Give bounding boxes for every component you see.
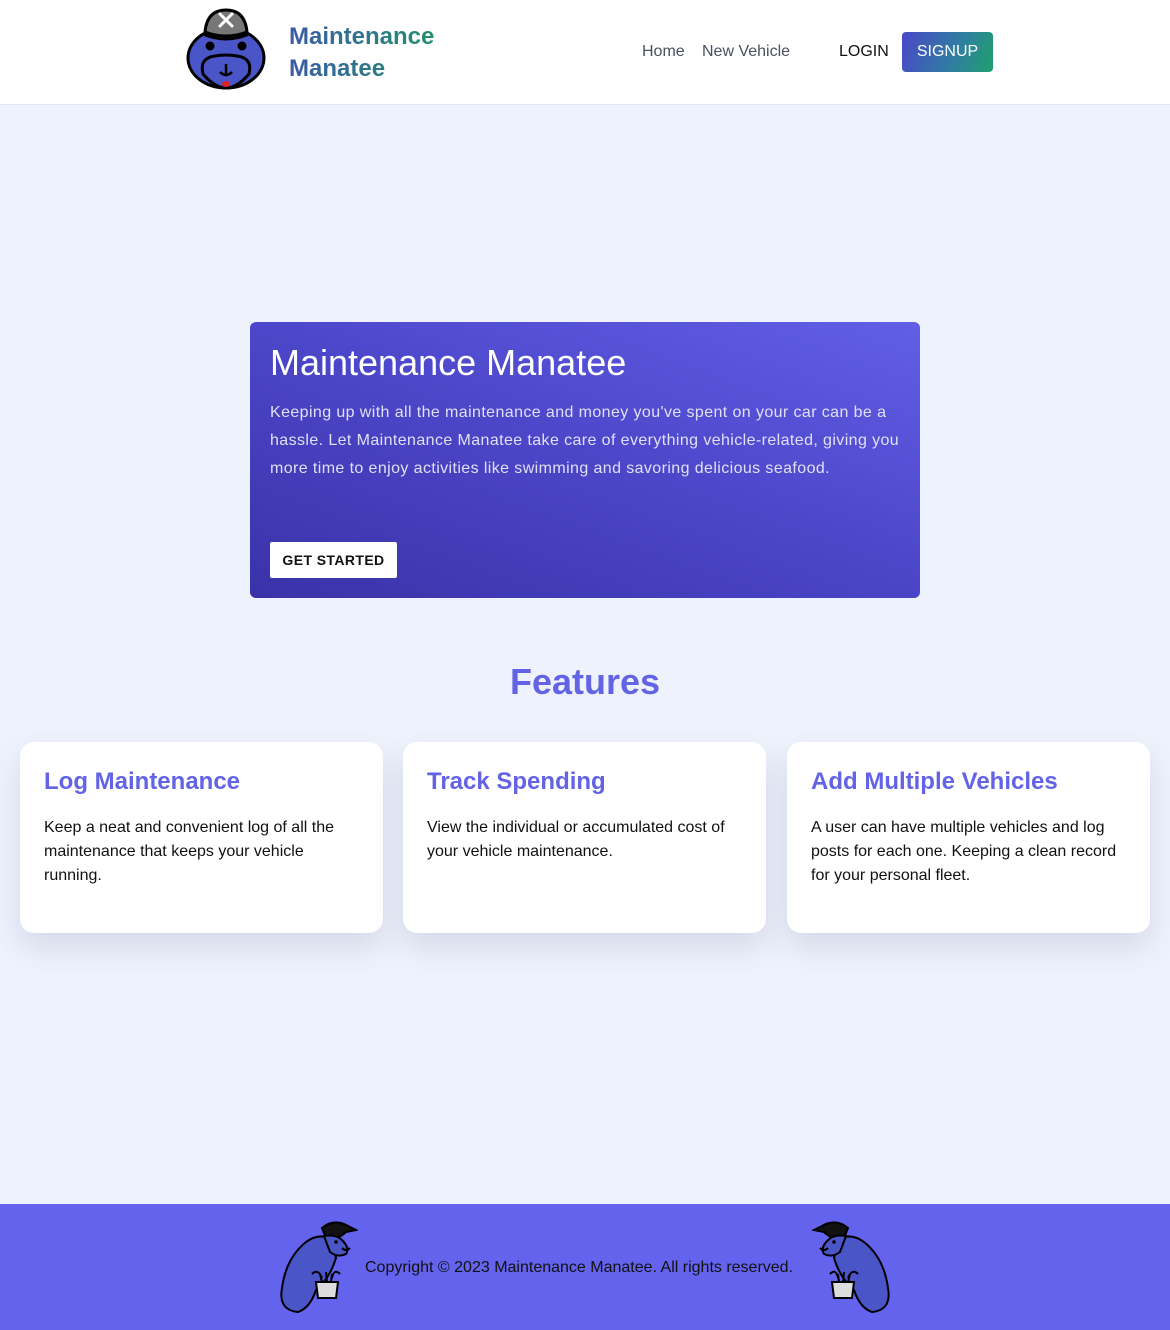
manatee-bucket-right-icon bbox=[810, 1218, 894, 1314]
get-started-button[interactable]: GET STARTED bbox=[270, 542, 397, 578]
feature-card-title: Track Spending bbox=[427, 768, 606, 795]
signup-button[interactable]: SIGNUP bbox=[902, 32, 993, 72]
feature-card-log-maintenance: Log Maintenance Keep a neat and convenie… bbox=[20, 742, 383, 933]
feature-card-title: Add Multiple Vehicles bbox=[811, 768, 1058, 795]
feature-card-text: A user can have multiple vehicles and lo… bbox=[811, 819, 1117, 884]
brand-line-2: Manatee bbox=[289, 55, 386, 82]
nav-home-link[interactable]: Home bbox=[642, 42, 685, 62]
manatee-logo-icon[interactable] bbox=[185, 8, 267, 92]
feature-card-track-spending: Track Spending View the individual or ac… bbox=[403, 742, 766, 933]
manatee-bucket-left-icon bbox=[276, 1218, 360, 1314]
nav-new-vehicle-link[interactable]: New Vehicle bbox=[702, 42, 790, 62]
features-heading: Features bbox=[509, 661, 661, 702]
hero-banner: Maintenance Manatee Keeping up with all … bbox=[250, 322, 920, 598]
site-header: Maintenance Manatee Home New Vehicle LOG… bbox=[0, 0, 1170, 105]
feature-card-multiple-vehicles: Add Multiple Vehicles A user can have mu… bbox=[787, 742, 1150, 933]
feature-card-text: Keep a neat and convenient log of all th… bbox=[44, 819, 334, 884]
feature-card-title: Log Maintenance bbox=[44, 768, 241, 795]
site-footer: Copyright © 2023 Maintenance Manatee. Al… bbox=[0, 1204, 1170, 1330]
copyright-text: Copyright © 2023 Maintenance Manatee. Al… bbox=[365, 1259, 794, 1276]
brand-name[interactable]: Maintenance Manatee bbox=[289, 21, 459, 85]
hero-title: Maintenance Manatee bbox=[270, 342, 627, 383]
brand-line-1: Maintenance bbox=[289, 23, 435, 50]
hero-description: Keeping up with all the maintenance and … bbox=[270, 404, 900, 477]
feature-card-text: View the individual or accumulated cost … bbox=[427, 819, 725, 860]
login-link[interactable]: LOGIN bbox=[839, 42, 889, 62]
